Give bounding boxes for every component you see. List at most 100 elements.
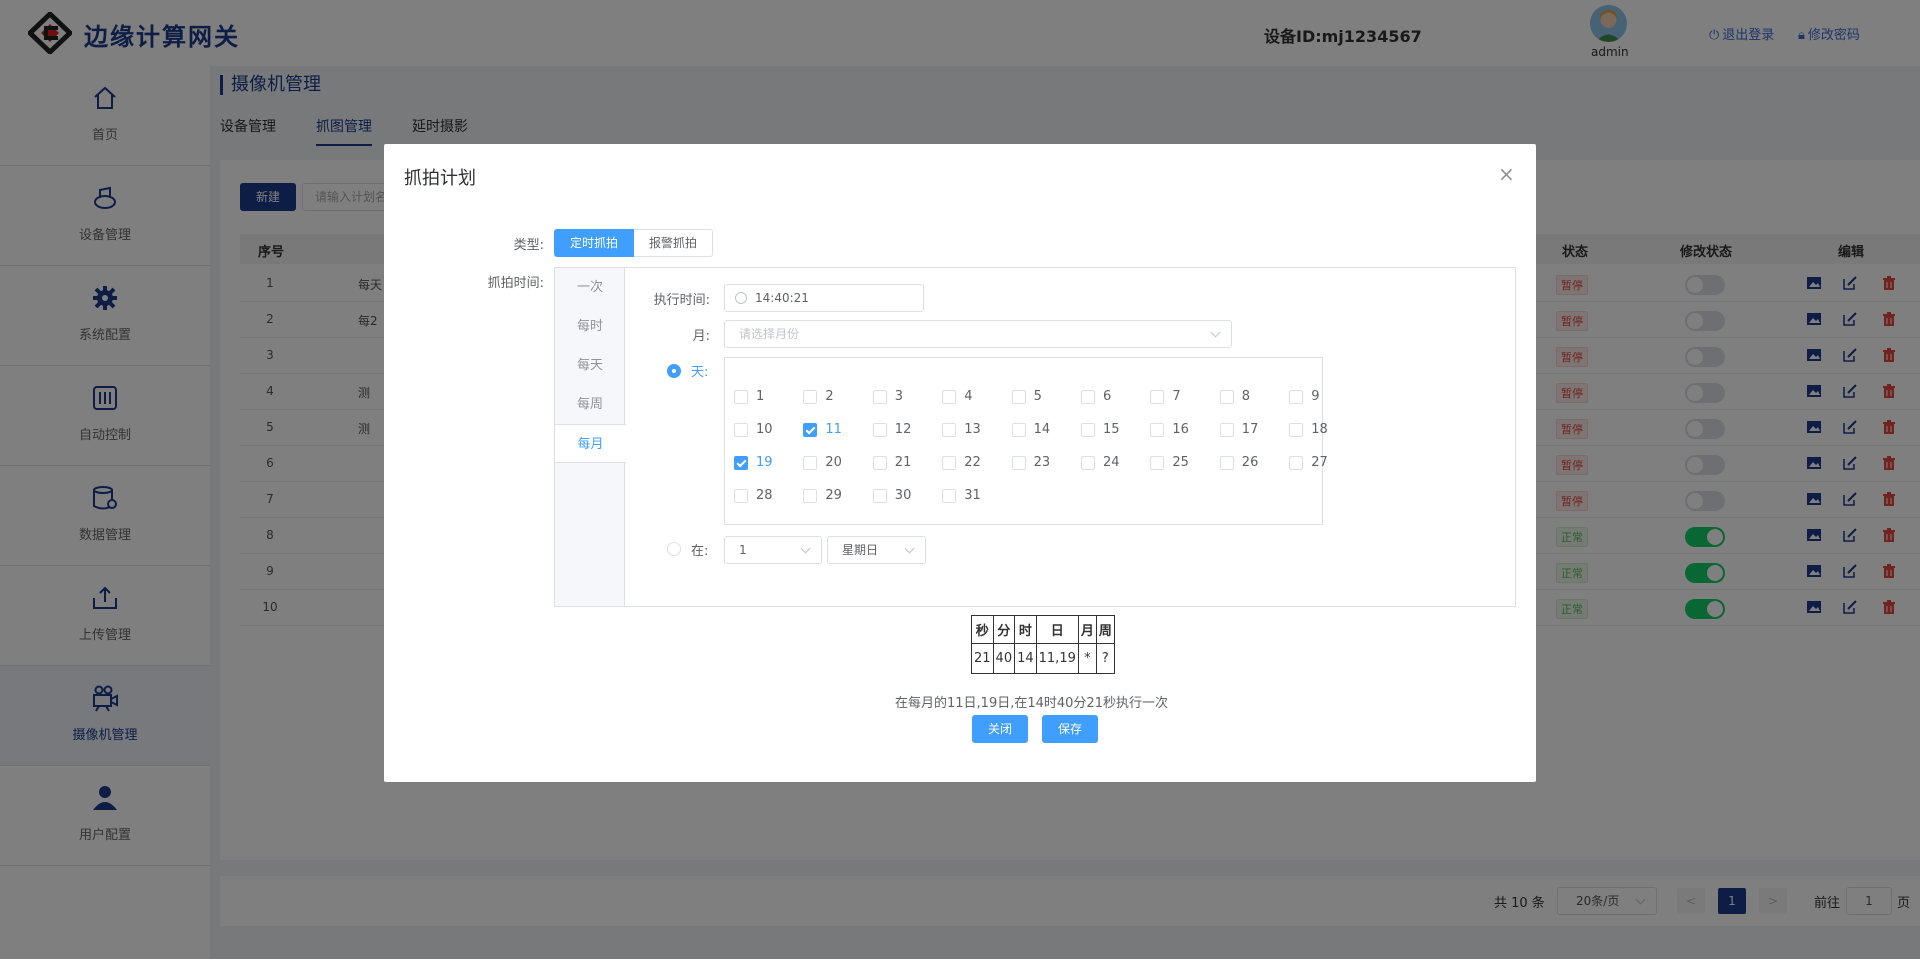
tab-daily[interactable]: 每天 (555, 346, 625, 385)
checkbox-box (1150, 423, 1165, 437)
day-label: 31 (964, 488, 981, 503)
checkbox-box (1289, 390, 1304, 404)
checkbox-box (734, 489, 748, 503)
close-icon[interactable]: × (1498, 162, 1515, 186)
day-label: 6 (1103, 389, 1112, 404)
tab-hourly[interactable]: 每时 (555, 307, 625, 346)
month-placeholder: 请选择月份 (739, 327, 800, 341)
cron-value-cell: ? (1095, 643, 1115, 674)
day-label: 15 (1103, 422, 1120, 437)
tab-weekly[interactable]: 每周 (555, 385, 625, 424)
cron-value-cell: 11,19 (1035, 643, 1079, 674)
day-label: 9 (1311, 389, 1320, 404)
cron-table: 秒 分 时 日 月 周 21 40 14 11,19 * ? (971, 615, 1115, 674)
capture-time-label: 抓拍时间: (487, 276, 544, 291)
close-button[interactable]: 关闭 (972, 715, 1028, 743)
type-label: 类型: (513, 238, 544, 253)
day-label: 27 (1311, 455, 1328, 470)
cron-value-cell: 21 (971, 643, 994, 674)
tab-once[interactable]: 一次 (555, 268, 625, 307)
cron-header-row: 秒 分 时 日 月 周 (971, 615, 1115, 644)
day-mode-radio[interactable] (667, 364, 681, 378)
day-label: 30 (894, 488, 912, 503)
frequency-tab-list: 一次 每时 每天 每周 每月 (555, 268, 626, 606)
week-number-select[interactable]: 1 (724, 536, 822, 564)
cron-header-cell: 分 (992, 615, 1016, 644)
checkbox-box (1289, 456, 1304, 470)
checkbox-box (1081, 423, 1095, 437)
cron-description: 在每月的11日,19日,在14时40分21秒执行一次 (895, 696, 1168, 711)
week-mode-label: 在: (691, 544, 709, 559)
dialog-title: 抓拍计划 (404, 168, 476, 189)
month-label: 月: (692, 329, 710, 344)
day-label: 13 (964, 422, 981, 437)
month-select[interactable]: 请选择月份 (724, 320, 1232, 348)
week-day-select[interactable]: 星期日 (827, 536, 926, 564)
day-label: 5 (1033, 389, 1042, 404)
checkbox-box (872, 390, 887, 404)
cron-value-row: 21 40 14 11,19 * ? (971, 643, 1115, 674)
day-label: 20 (825, 455, 842, 470)
type-timed-button[interactable]: 定时抓拍 (554, 229, 634, 257)
checkbox-box (872, 423, 887, 437)
exec-time-label: 执行时间: (653, 293, 710, 308)
day-label: 29 (825, 488, 842, 503)
day-label: 17 (1241, 422, 1259, 437)
checkbox-box (803, 423, 818, 437)
day-label: 22 (964, 455, 981, 470)
checkbox-box (942, 390, 957, 404)
checkbox-box (942, 456, 957, 470)
day-mode-label: 天: (691, 365, 709, 380)
day-label: 21 (894, 455, 912, 470)
day-label: 8 (1241, 389, 1251, 404)
checkbox-box (734, 390, 748, 404)
checkbox-box (803, 456, 818, 470)
checkbox-box (734, 456, 748, 470)
cron-value-cell: 14 (1014, 643, 1037, 674)
checkbox-box (942, 489, 957, 503)
cron-header-cell: 周 (1095, 615, 1115, 644)
cron-header-cell: 日 (1035, 615, 1079, 644)
checkbox-box (1150, 456, 1165, 470)
checkbox-box (1011, 423, 1026, 437)
exec-time-input[interactable]: 14:40:21 (724, 284, 924, 312)
day-label: 16 (1172, 422, 1189, 437)
day-label: 18 (1311, 422, 1328, 437)
chevron-down-icon (1210, 327, 1221, 338)
checkbox-box (1219, 390, 1234, 404)
checkbox-box (734, 423, 748, 437)
week-number-value: 1 (739, 543, 747, 557)
exec-time-value: 14:40:21 (755, 291, 809, 305)
day-label: 19 (756, 455, 773, 470)
day-label: 26 (1241, 455, 1259, 470)
checkbox-box (1219, 456, 1234, 470)
checkbox-box (1289, 423, 1304, 437)
week-day-value: 星期日 (842, 543, 879, 557)
checkbox-box (872, 456, 887, 470)
checkbox-box (1011, 456, 1026, 470)
tab-monthly[interactable]: 每月 (555, 424, 626, 463)
day-label: 12 (894, 422, 912, 437)
checkbox-box (1150, 390, 1165, 404)
cron-header-cell: 秒 (971, 615, 994, 644)
day-label: 7 (1172, 389, 1181, 404)
checkbox-box (1011, 390, 1026, 404)
save-button[interactable]: 保存 (1042, 715, 1098, 743)
day-label: 23 (1033, 455, 1051, 470)
type-alarm-button[interactable]: 报警抓拍 (634, 229, 713, 257)
week-mode-radio[interactable] (667, 542, 681, 556)
cron-value-cell: 40 (992, 643, 1016, 674)
checkbox-box (942, 423, 957, 437)
day-label: 25 (1172, 455, 1189, 470)
checkbox-box (1081, 390, 1095, 404)
chevron-down-icon (904, 543, 915, 554)
day-label: 28 (756, 488, 773, 503)
cron-value-cell: * (1077, 643, 1097, 674)
chevron-down-icon (800, 543, 811, 554)
day-label: 4 (964, 389, 973, 404)
day-label: 24 (1103, 455, 1120, 470)
checkbox-box (1219, 423, 1234, 437)
checkbox-box (803, 390, 818, 404)
day-label: 10 (756, 422, 773, 437)
cron-header-cell: 时 (1014, 615, 1037, 644)
